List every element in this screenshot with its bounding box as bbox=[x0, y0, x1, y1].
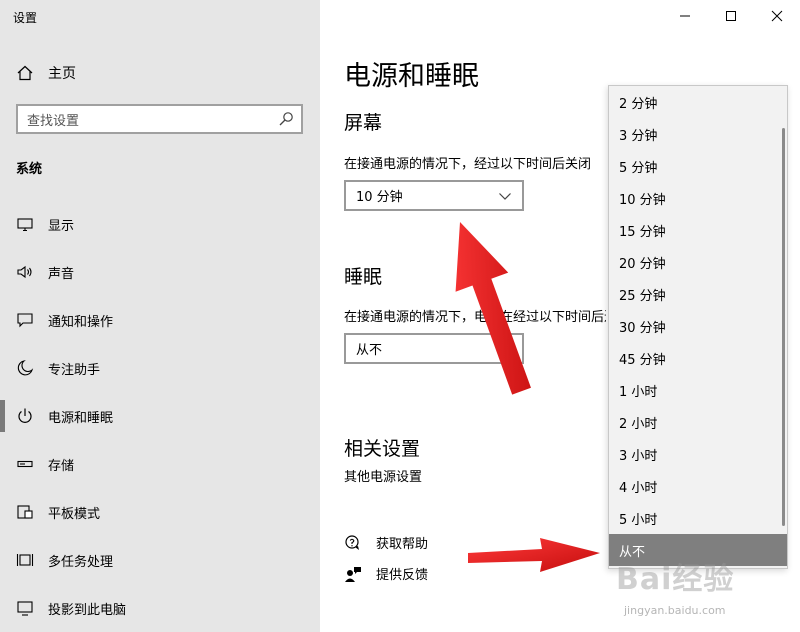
sidebar: 设置 主页 查找设置 系统 显示 声音 通知和操作 专注助手 电源和睡眠 存储 … bbox=[0, 0, 320, 632]
get-help-label: 获取帮助 bbox=[376, 537, 429, 552]
sidebar-item-label: 存储 bbox=[48, 458, 75, 474]
sidebar-item-focus-assist[interactable]: 专注助手 bbox=[0, 344, 320, 392]
moon-icon bbox=[16, 359, 34, 377]
storage-icon bbox=[16, 455, 34, 473]
sidebar-home[interactable]: 主页 bbox=[16, 62, 76, 84]
home-label: 主页 bbox=[48, 66, 76, 82]
sidebar-item-tablet-mode[interactable]: 平板模式 bbox=[0, 488, 320, 536]
dropdown-option[interactable]: 5 分钟 bbox=[609, 150, 787, 182]
close-button[interactable] bbox=[754, 0, 800, 32]
dropdown-option[interactable]: 5 小时 bbox=[609, 502, 787, 534]
sidebar-item-notifications[interactable]: 通知和操作 bbox=[0, 296, 320, 344]
sidebar-item-sound[interactable]: 声音 bbox=[0, 248, 320, 296]
dropdown-option[interactable]: 10 分钟 bbox=[609, 182, 787, 214]
sidebar-item-label: 专注助手 bbox=[48, 362, 101, 378]
maximize-button[interactable] bbox=[708, 0, 754, 32]
tablet-icon bbox=[16, 503, 34, 521]
app-title: 设置 bbox=[13, 11, 38, 25]
page-title: 电源和睡眠 bbox=[344, 61, 479, 92]
feedback-link[interactable]: 提供反馈 bbox=[344, 564, 428, 583]
dropdown-option[interactable]: 3 小时 bbox=[609, 438, 787, 470]
sidebar-item-label: 通知和操作 bbox=[48, 314, 114, 330]
related-settings-heading: 相关设置 bbox=[344, 438, 421, 460]
project-icon bbox=[16, 599, 34, 617]
chevron-down-icon bbox=[498, 189, 512, 203]
search-input[interactable]: 查找设置 bbox=[27, 110, 278, 129]
arrow-right-annotation bbox=[468, 538, 600, 572]
chevron-down-icon bbox=[498, 342, 512, 356]
sidebar-item-storage[interactable]: 存储 bbox=[0, 440, 320, 488]
sleep-description: 在接通电源的情况下，电脑在经过以下时间后进入睡眠状态 bbox=[344, 310, 606, 325]
watermark-url: jingyan.baidu.com bbox=[624, 604, 726, 617]
sidebar-item-label: 多任务处理 bbox=[48, 554, 114, 570]
dropdown-option[interactable]: 30 分钟 bbox=[609, 310, 787, 342]
dropdown-scrollbar[interactable] bbox=[782, 128, 785, 526]
get-help-link[interactable]: 获取帮助 bbox=[344, 533, 428, 552]
dropdown-option[interactable]: 2 小时 bbox=[609, 406, 787, 438]
multitask-icon bbox=[16, 551, 34, 569]
monitor-icon bbox=[16, 215, 34, 233]
sleep-timeout-value: 从不 bbox=[356, 343, 383, 358]
close-icon bbox=[771, 7, 783, 26]
dropdown-option[interactable]: 3 分钟 bbox=[609, 118, 787, 150]
minimize-button[interactable] bbox=[662, 0, 708, 32]
minimize-icon bbox=[679, 7, 691, 26]
dropdown-option[interactable]: 25 分钟 bbox=[609, 278, 787, 310]
sidebar-item-label: 声音 bbox=[48, 266, 75, 282]
dropdown-option[interactable]: 20 分钟 bbox=[609, 246, 787, 278]
search-icon[interactable] bbox=[278, 111, 294, 127]
sleep-heading: 睡眠 bbox=[344, 266, 383, 288]
watermark-logo: Bai经验 bbox=[616, 562, 735, 597]
sidebar-item-label: 投影到此电脑 bbox=[48, 602, 127, 618]
speaker-icon bbox=[16, 263, 34, 281]
screen-timeout-value: 10 分钟 bbox=[356, 190, 403, 205]
sidebar-item-display[interactable]: 显示 bbox=[0, 200, 320, 248]
window-controls bbox=[662, 0, 800, 32]
dropdown-option[interactable]: 4 小时 bbox=[609, 470, 787, 502]
dropdown-option[interactable]: 1 小时 bbox=[609, 374, 787, 406]
sidebar-item-multitasking[interactable]: 多任务处理 bbox=[0, 536, 320, 584]
sidebar-item-label: 电源和睡眠 bbox=[48, 410, 114, 426]
screen-heading: 屏幕 bbox=[344, 112, 383, 134]
feedback-icon bbox=[344, 565, 362, 583]
sidebar-item-project[interactable]: 投影到此电脑 bbox=[0, 584, 320, 632]
dropdown-option[interactable]: 15 分钟 bbox=[609, 214, 787, 246]
screen-timeout-select[interactable]: 10 分钟 bbox=[344, 180, 524, 211]
sleep-timeout-select[interactable]: 从不 bbox=[344, 333, 524, 364]
notification-icon bbox=[16, 311, 34, 329]
help-chat-icon bbox=[344, 534, 362, 552]
timeout-dropdown-list: 2 分钟 3 分钟 5 分钟 10 分钟 15 分钟 20 分钟 25 分钟 3… bbox=[608, 85, 788, 569]
feedback-label: 提供反馈 bbox=[376, 568, 429, 583]
dropdown-option[interactable]: 45 分钟 bbox=[609, 342, 787, 374]
dropdown-option[interactable]: 2 分钟 bbox=[609, 86, 787, 118]
maximize-icon bbox=[725, 7, 737, 26]
screen-description: 在接通电源的情况下，经过以下时间后关闭 bbox=[344, 157, 592, 172]
section-label: 系统 bbox=[16, 162, 43, 177]
search-box[interactable]: 查找设置 bbox=[16, 104, 303, 134]
sidebar-item-label: 平板模式 bbox=[48, 506, 101, 522]
sidebar-item-label: 显示 bbox=[48, 218, 75, 234]
power-icon bbox=[16, 407, 34, 425]
sidebar-item-power-sleep[interactable]: 电源和睡眠 bbox=[0, 392, 320, 440]
other-power-settings-link[interactable]: 其他电源设置 bbox=[344, 466, 422, 485]
sidebar-nav: 显示 声音 通知和操作 专注助手 电源和睡眠 存储 平板模式 多任务处理 投影到… bbox=[0, 200, 320, 632]
home-icon bbox=[16, 64, 34, 82]
